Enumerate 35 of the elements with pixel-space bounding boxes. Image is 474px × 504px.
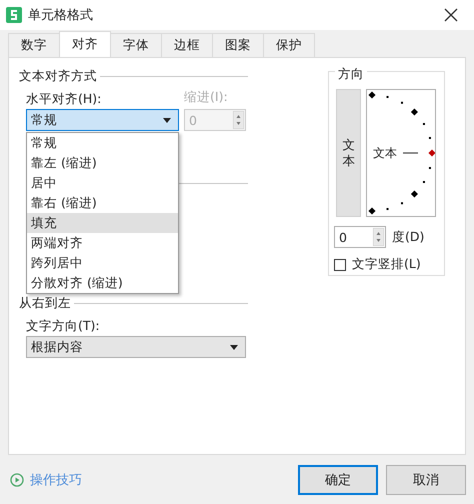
field-label: 水平对齐(H): <box>26 91 102 107</box>
checkbox[interactable] <box>334 258 346 270</box>
dialog-button[interactable]: 取消 <box>386 465 466 495</box>
app-logo-icon <box>6 7 22 23</box>
dialog-button[interactable]: 确定 <box>298 465 378 495</box>
horizontal-align-dropdown[interactable]: 常规 <box>26 109 179 131</box>
field-label: 文字方向(T): <box>26 318 101 334</box>
window-title: 单元格格式 <box>28 7 94 24</box>
section-title: 从右到左 <box>19 294 71 312</box>
menu-item[interactable]: 靠右 (缩进) <box>27 193 178 213</box>
field-label: 缩进(I): <box>184 89 229 106</box>
menu-item[interactable]: 靠左 (缩进) <box>27 153 178 173</box>
spin-arrows-icon[interactable] <box>373 228 384 246</box>
menu-item[interactable]: 居中 <box>27 173 178 193</box>
close-icon[interactable] <box>444 8 458 22</box>
section-title: 文本对齐方式 <box>19 68 97 84</box>
group-title: 方向 <box>335 66 367 83</box>
tab[interactable]: 数字 <box>8 33 60 57</box>
caret-icon <box>230 344 238 350</box>
menu-item[interactable]: 常规 <box>27 133 178 153</box>
orientation-dial-drawing[interactable] <box>367 90 435 216</box>
play-icon <box>10 473 24 487</box>
field-label: 度(D) <box>392 228 424 246</box>
menu-item[interactable]: 两端对齐 <box>27 233 178 253</box>
dial-text: 文本 <box>373 145 397 162</box>
menu-item[interactable]: 分散对齐 (缩进) <box>27 273 178 293</box>
degrees-spinner[interactable]: 0 <box>334 226 386 248</box>
menu-item[interactable]: 跨列居中 <box>27 253 178 273</box>
menu-item[interactable]: 填充 <box>27 213 178 233</box>
tab[interactable]: 保护 <box>263 33 315 57</box>
text-direction-dropdown[interactable]: 根据内容 <box>26 336 246 358</box>
tab[interactable]: 对齐 <box>59 31 111 57</box>
vertical-text-button[interactable]: 文本 <box>336 89 361 217</box>
caret-icon <box>163 118 171 122</box>
checkbox-label: 文字竖排(L) <box>352 256 421 273</box>
